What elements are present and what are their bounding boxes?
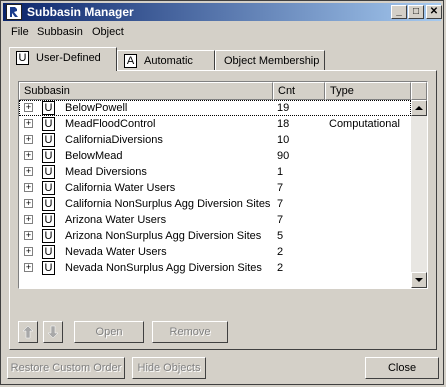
table-row[interactable]: + U Arizona Water Users 7: [19, 212, 411, 228]
table-body: + U BelowPowell 19 + U MeadFloodControl 18 Compu…: [19, 100, 411, 288]
table-row[interactable]: + U BelowPowell 19: [19, 100, 411, 116]
subbasin-name: Mead Diversions: [65, 166, 147, 178]
expand-plus-icon[interactable]: +: [24, 199, 33, 208]
title-bar[interactable]: Subbasin Manager _ □ ✕: [3, 3, 442, 21]
hide-objects-button[interactable]: Hide Objects: [132, 357, 206, 379]
expand-plus-icon[interactable]: +: [24, 135, 33, 144]
subbasin-count: 90: [277, 150, 290, 162]
scroll-up-arrow-icon[interactable]: [411, 100, 427, 116]
subbasin-name: California Water Users: [65, 182, 176, 194]
down-arrow-icon: [47, 325, 59, 339]
subbasin-name: Arizona NonSurplus Agg Diversion Sites: [65, 230, 262, 242]
expand-plus-icon[interactable]: +: [24, 247, 33, 256]
expand-plus-icon[interactable]: +: [24, 151, 33, 160]
user-defined-subbasin-icon: U: [42, 245, 55, 259]
subbasin-count: 2: [277, 262, 284, 274]
expand-plus-icon[interactable]: +: [24, 183, 33, 192]
column-header-corner: [411, 82, 427, 100]
subbasin-count: 2: [277, 246, 284, 258]
subbasin-count: 10: [277, 134, 290, 146]
tab-user-defined[interactable]: U User-Defined: [9, 47, 117, 71]
subbasin-name: Nevada NonSurplus Agg Diversion Sites: [65, 262, 262, 274]
table-row[interactable]: + U Nevada Water Users 2: [19, 244, 411, 260]
maximize-button[interactable]: □: [408, 5, 424, 19]
user-defined-icon: U: [16, 51, 29, 65]
subbasin-count: 19: [277, 102, 290, 114]
subbasin-count: 7: [277, 198, 284, 210]
user-defined-subbasin-icon: U: [42, 101, 55, 115]
up-arrow-icon: [22, 325, 34, 339]
subbasin-count: 18: [277, 118, 290, 130]
expand-plus-icon[interactable]: +: [24, 119, 33, 128]
column-header-subbasin[interactable]: Subbasin: [19, 82, 273, 100]
tab-user-defined-label: User-Defined: [36, 52, 101, 64]
subbasin-name: CaliforniaDiversions: [65, 134, 163, 146]
table-row[interactable]: + U Mead Diversions 1: [19, 164, 411, 180]
user-defined-subbasin-icon: U: [42, 213, 55, 227]
app-logo-icon: [6, 4, 22, 20]
subbasin-name: MeadFloodControl: [65, 118, 156, 130]
tab-automatic[interactable]: A Automatic: [117, 50, 215, 70]
menu-object[interactable]: Object: [92, 26, 124, 38]
table-header: Subbasin Cnt Type: [19, 82, 427, 100]
tab-automatic-label: Automatic: [144, 55, 193, 67]
user-defined-subbasin-icon: U: [42, 165, 55, 179]
table-row[interactable]: + U Arizona NonSurplus Agg Diversion Sites…: [19, 228, 411, 244]
subbasin-name: Nevada Water Users: [65, 246, 167, 258]
subbasin-count: 7: [277, 214, 284, 226]
subbasin-count: 7: [277, 182, 284, 194]
menu-subbasin[interactable]: Subbasin: [37, 26, 83, 38]
table-row[interactable]: + U Nevada NonSurplus Agg Diversion Sites 2: [19, 260, 411, 276]
subbasin-count: 5: [277, 230, 284, 242]
minimize-button[interactable]: _: [391, 5, 407, 19]
tab-panel: Subbasin Cnt Type + U BelowPowell 19 + U MeadF…: [9, 70, 437, 350]
window-title: Subbasin Manager: [27, 5, 134, 19]
tab-object-membership-label: Object Membership: [224, 55, 320, 67]
subbasin-table: Subbasin Cnt Type + U BelowPowell 19 + U MeadF…: [18, 81, 428, 289]
user-defined-subbasin-icon: U: [42, 229, 55, 243]
user-defined-subbasin-icon: U: [42, 261, 55, 275]
user-defined-subbasin-icon: U: [42, 149, 55, 163]
column-header-cnt[interactable]: Cnt: [273, 82, 325, 100]
expand-plus-icon[interactable]: +: [24, 263, 33, 272]
subbasin-name: Arizona Water Users: [65, 214, 167, 226]
table-row[interactable]: + U MeadFloodControl 18 Computational: [19, 116, 411, 132]
remove-button[interactable]: Remove: [152, 321, 228, 343]
subbasin-count: 1: [277, 166, 284, 178]
scroll-down-arrow-icon[interactable]: [411, 272, 427, 288]
expand-plus-icon[interactable]: +: [24, 215, 33, 224]
subbasin-name: California NonSurplus Agg Diversion Site…: [65, 198, 271, 210]
table-row[interactable]: + U BelowMead 90: [19, 148, 411, 164]
close-button[interactable]: Close: [365, 357, 439, 379]
user-defined-subbasin-icon: U: [42, 181, 55, 195]
close-window-button[interactable]: ✕: [426, 5, 442, 19]
tab-object-membership[interactable]: Object Membership: [215, 50, 325, 70]
user-defined-subbasin-icon: U: [42, 117, 55, 131]
expand-plus-icon[interactable]: +: [24, 167, 33, 176]
expand-plus-icon[interactable]: +: [24, 103, 33, 112]
move-down-button[interactable]: [43, 321, 63, 343]
table-row[interactable]: + U California Water Users 7: [19, 180, 411, 196]
move-up-button[interactable]: [18, 321, 38, 343]
table-row[interactable]: + U CaliforniaDiversions 10: [19, 132, 411, 148]
vertical-scrollbar[interactable]: [411, 100, 427, 288]
table-row[interactable]: + U California NonSurplus Agg Diversion Si…: [19, 196, 411, 212]
menu-bar: File Subbasin Object: [3, 23, 441, 41]
column-header-type[interactable]: Type: [325, 82, 411, 100]
automatic-icon: A: [124, 54, 137, 68]
restore-custom-order-button[interactable]: Restore Custom Order: [7, 357, 125, 379]
subbasin-name: BelowPowell: [65, 102, 128, 114]
subbasin-manager-window: Subbasin Manager _ □ ✕ File Subbasin Obj…: [0, 0, 444, 385]
subbasin-type: Computational: [329, 118, 400, 130]
user-defined-subbasin-icon: U: [42, 133, 55, 147]
open-button[interactable]: Open: [74, 321, 144, 343]
user-defined-subbasin-icon: U: [42, 197, 55, 211]
expand-plus-icon[interactable]: +: [24, 231, 33, 240]
subbasin-name: BelowMead: [65, 150, 123, 162]
menu-file[interactable]: File: [11, 26, 29, 38]
